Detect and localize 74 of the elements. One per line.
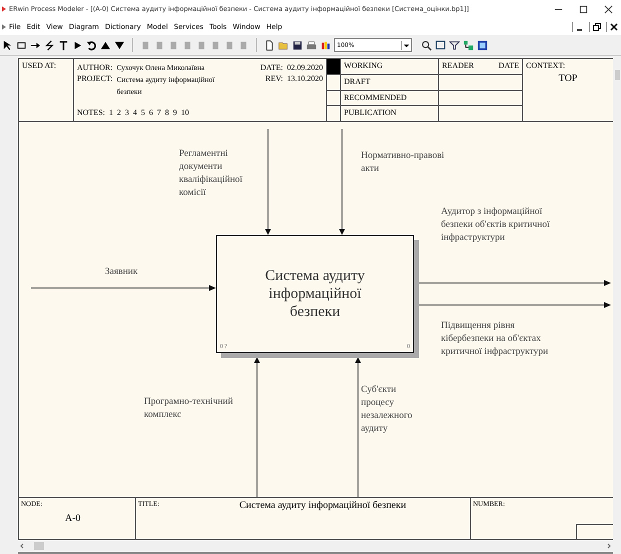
date-label: DATE: bbox=[260, 63, 283, 72]
context-label: CONTEXT: bbox=[526, 61, 566, 70]
scroll-thumb[interactable] bbox=[614, 70, 620, 80]
notes-label: NOTES: bbox=[77, 108, 105, 117]
input-arrow[interactable] bbox=[30, 285, 216, 291]
mechanism-arrow[interactable] bbox=[355, 357, 361, 497]
box-tool-icon[interactable] bbox=[16, 40, 27, 50]
doc-icon bbox=[2, 24, 6, 30]
print-icon[interactable] bbox=[306, 40, 317, 50]
save-icon[interactable] bbox=[292, 40, 303, 50]
app-icon bbox=[2, 6, 6, 12]
arrow-label: Суб'єкти процесу незалежного аудиту bbox=[361, 384, 414, 436]
maximize-icon[interactable] bbox=[579, 4, 588, 14]
status-marker[interactable] bbox=[327, 59, 341, 74]
context-value: TOP bbox=[558, 73, 578, 84]
note-number[interactable]: 10 bbox=[181, 108, 189, 117]
output-arrow[interactable] bbox=[416, 280, 611, 286]
rev-label: REV: bbox=[265, 74, 283, 83]
arrow-label: Нормативно-правові акти bbox=[361, 150, 446, 176]
activity-title: Система аудиту інформаційної безпеки bbox=[264, 267, 366, 321]
reader-date-label: DATE bbox=[498, 60, 519, 72]
pointer-icon[interactable] bbox=[2, 40, 13, 50]
note-number[interactable]: 2 bbox=[117, 108, 121, 117]
arrow-label: Підвищення рівня кібербезпеки на об'єктах критичної інфраструктури bbox=[441, 320, 550, 359]
scroll-thumb[interactable] bbox=[34, 542, 44, 550]
new-file-icon[interactable] bbox=[264, 40, 275, 50]
date-value: 02.09.2020 bbox=[287, 63, 323, 72]
mechanism-arrow[interactable] bbox=[254, 357, 260, 497]
scroll-left-icon[interactable] bbox=[18, 542, 26, 550]
rev-value: 13.10.2020 bbox=[287, 74, 323, 83]
status-label: DRAFT bbox=[341, 74, 439, 90]
note-number[interactable]: 3 bbox=[125, 108, 129, 117]
open-folder-icon[interactable] bbox=[278, 40, 289, 50]
zoom-fit-icon[interactable] bbox=[435, 40, 446, 50]
author-label: AUTHOR: bbox=[77, 63, 113, 72]
close-icon[interactable] bbox=[604, 4, 613, 14]
diagram-title: Система аудиту інформаційної безпеки bbox=[239, 500, 406, 513]
arrow-label: Аудитор з інформаційної безпеки об'єктів критичної інфраструктури bbox=[441, 206, 551, 245]
note-number[interactable]: 5 bbox=[141, 108, 145, 117]
note-number[interactable]: 8 bbox=[165, 108, 169, 117]
note-number[interactable]: 6 bbox=[149, 108, 153, 117]
zoom-in-icon[interactable] bbox=[421, 40, 432, 50]
funnel-icon[interactable] bbox=[449, 40, 460, 50]
note-number[interactable]: 9 bbox=[173, 108, 177, 117]
note-number[interactable]: 7 bbox=[157, 108, 161, 117]
status-label: WORKING bbox=[341, 59, 439, 74]
arrow-label: Регламентні документи кваліфікаційної комісії bbox=[179, 148, 244, 200]
project-label: PROJECT: bbox=[77, 74, 113, 83]
close-icon[interactable] bbox=[606, 22, 619, 32]
arrow-label: Програмно-технічний комплекс bbox=[144, 396, 234, 422]
text-tool-icon[interactable] bbox=[58, 40, 69, 50]
model-icon[interactable] bbox=[477, 40, 488, 50]
output-arrow[interactable] bbox=[416, 302, 611, 308]
tree-icon[interactable] bbox=[463, 40, 474, 50]
undo-icon[interactable] bbox=[86, 40, 97, 50]
color-bars-icon[interactable] bbox=[320, 40, 331, 50]
used-at-label: USED AT: bbox=[22, 61, 56, 70]
node-value: A-0 bbox=[65, 513, 82, 524]
play-icon[interactable] bbox=[72, 40, 83, 50]
status-label: RECOMMENDED bbox=[341, 90, 439, 106]
note-number[interactable]: 4 bbox=[133, 108, 137, 117]
up-triangle-icon[interactable] bbox=[100, 40, 111, 50]
arrow-label: Заявник bbox=[105, 266, 139, 279]
restore-icon[interactable] bbox=[589, 22, 602, 32]
minimize-icon[interactable] bbox=[572, 22, 585, 32]
status-label: PUBLICATION bbox=[341, 106, 439, 121]
scroll-right-icon[interactable] bbox=[605, 542, 613, 550]
down-triangle-icon[interactable] bbox=[114, 40, 125, 50]
dropdown-caret-icon[interactable] bbox=[401, 40, 411, 50]
squiggle-tool-icon[interactable] bbox=[44, 40, 55, 50]
reader-label: READER bbox=[442, 60, 474, 72]
control-arrow[interactable] bbox=[265, 128, 271, 235]
control-arrow[interactable] bbox=[339, 128, 345, 235]
note-number[interactable]: 1 bbox=[109, 108, 113, 117]
